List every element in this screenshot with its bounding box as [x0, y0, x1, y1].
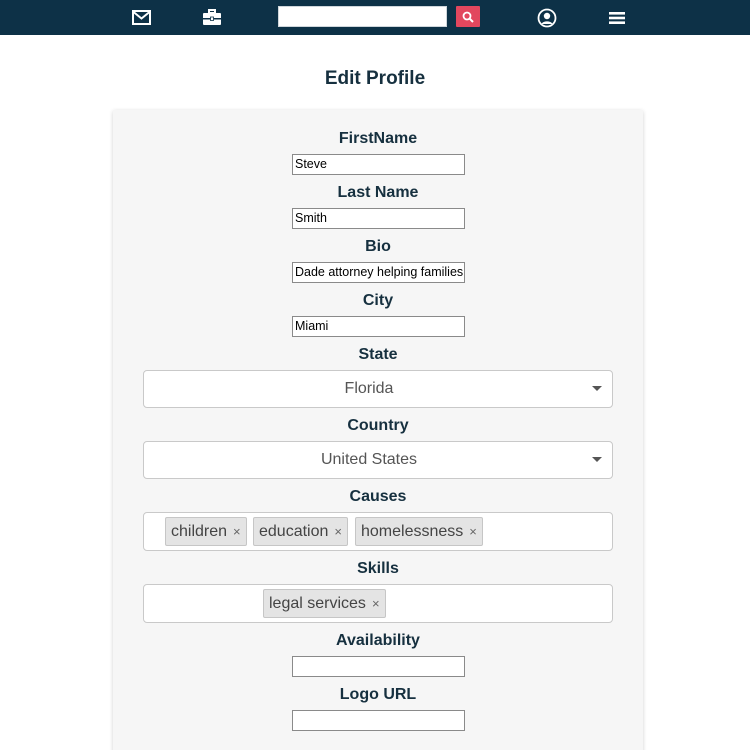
country-select[interactable]: United States — [143, 441, 613, 479]
cause-tag: homelessness × — [355, 517, 483, 546]
causes-label: Causes — [349, 488, 407, 505]
chevron-down-icon — [592, 457, 602, 462]
state-label: State — [358, 346, 398, 363]
menu-icon[interactable] — [607, 0, 627, 35]
cause-tag-label: education — [259, 522, 329, 540]
first-name-input[interactable]: Steve — [292, 154, 465, 175]
country-selected-value: United States — [320, 451, 418, 468]
page-title: Edit Profile — [324, 68, 426, 89]
remove-tag-icon[interactable]: × — [334, 524, 342, 539]
envelope-icon[interactable] — [130, 0, 152, 35]
chevron-down-icon — [592, 386, 602, 391]
state-selected-value: Florida — [344, 380, 394, 397]
cause-tag-label: homelessness — [361, 522, 464, 540]
search-button[interactable] — [456, 6, 480, 27]
user-circle-icon[interactable] — [536, 0, 558, 35]
last-name-label: Last Name — [337, 184, 419, 201]
city-label: City — [362, 292, 394, 309]
search-icon — [462, 11, 474, 23]
skills-tag-input[interactable]: legal services × — [143, 584, 613, 623]
state-select[interactable]: Florida — [143, 370, 613, 408]
availability-label: Availability — [336, 632, 420, 649]
search-bar — [278, 6, 480, 27]
bio-label: Bio — [365, 238, 391, 255]
top-nav-bar — [0, 0, 750, 35]
skill-tag: legal services × — [263, 589, 386, 618]
remove-tag-icon[interactable]: × — [233, 524, 241, 539]
city-input[interactable]: Miami — [292, 316, 465, 337]
skill-tag-label: legal services — [269, 594, 366, 612]
briefcase-icon[interactable] — [201, 0, 223, 35]
cause-tag: children × — [165, 517, 247, 546]
skills-label: Skills — [357, 560, 399, 577]
search-input[interactable] — [278, 6, 447, 27]
logo-url-input[interactable] — [292, 710, 465, 731]
availability-input[interactable] — [292, 656, 465, 677]
cause-tag-label: children — [171, 522, 228, 540]
country-label: Country — [347, 417, 409, 434]
remove-tag-icon[interactable]: × — [372, 596, 380, 611]
last-name-input[interactable]: Smith — [292, 208, 465, 229]
cause-tag: education × — [253, 517, 348, 546]
causes-tag-input[interactable]: children × education × homelessness × — [143, 512, 613, 551]
bio-input[interactable]: Dade attorney helping families — [292, 262, 465, 283]
first-name-label: FirstName — [338, 130, 418, 147]
remove-tag-icon[interactable]: × — [469, 524, 477, 539]
logo-url-label: Logo URL — [339, 686, 417, 703]
